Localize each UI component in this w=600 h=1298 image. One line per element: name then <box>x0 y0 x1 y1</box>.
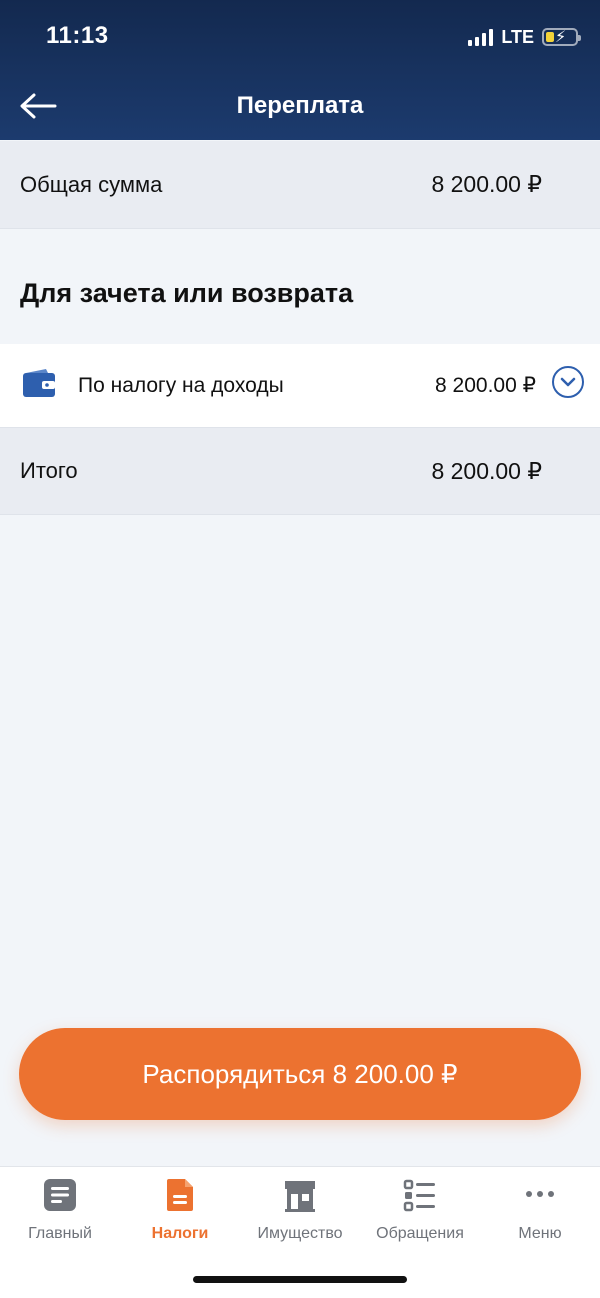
tab-label: Меню <box>518 1225 562 1242</box>
item-label: По налогу на доходы <box>78 373 284 397</box>
tab-taxes[interactable]: Налоги <box>120 1177 240 1257</box>
tab-label: Обращения <box>376 1225 464 1242</box>
header: 11:13 LTE ⚡ Переплата <box>0 0 600 140</box>
tax-document-icon <box>167 1179 193 1211</box>
network-type: LTE <box>501 26 534 47</box>
tab-requests[interactable]: Обращения <box>360 1177 480 1257</box>
summary-value: 8 200.00 ₽ <box>431 171 542 197</box>
summary-label: Общая сумма <box>20 171 163 197</box>
total-row: Итого 8 200.00 ₽ <box>0 428 600 515</box>
wallet-icon <box>23 369 55 397</box>
item-value: 8 200.00 ₽ <box>435 374 536 397</box>
signal-icon <box>468 28 494 46</box>
total-label: Итого <box>20 458 78 483</box>
building-icon <box>285 1181 315 1212</box>
list-item[interactable]: По налогу на доходы 8 200.00 ₽ <box>0 344 600 428</box>
chevron-down-icon <box>560 377 576 387</box>
tab-label: Налоги <box>151 1225 209 1242</box>
status-indicators: LTE ⚡ <box>468 24 581 50</box>
list-icon <box>403 1179 435 1212</box>
battery-icon: ⚡ <box>542 28 581 46</box>
dispose-button[interactable]: Распорядиться 8 200.00 ₽ <box>19 1028 581 1120</box>
dots-icon <box>526 1191 554 1197</box>
expand-button[interactable] <box>552 366 584 398</box>
page-title: Переплата <box>236 92 364 119</box>
tab-home[interactable]: Главный <box>0 1177 120 1257</box>
section-title: Для зачета или возврата <box>20 278 354 308</box>
document-icon <box>44 1179 76 1211</box>
total-value: 8 200.00 ₽ <box>431 457 542 484</box>
tab-menu[interactable]: Меню <box>480 1177 600 1257</box>
home-indicator <box>193 1276 407 1283</box>
summary-row: Общая сумма 8 200.00 ₽ <box>0 141 600 229</box>
tab-label: Имущество <box>257 1225 343 1242</box>
tab-label: Главный <box>28 1225 92 1242</box>
tab-property[interactable]: Имущество <box>240 1177 360 1257</box>
status-time: 11:13 <box>46 22 109 49</box>
